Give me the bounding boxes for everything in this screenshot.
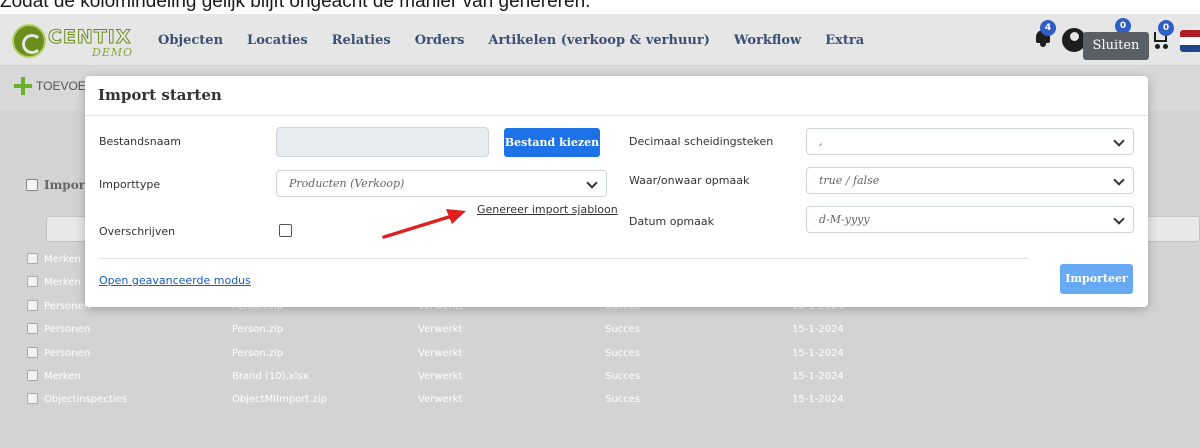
row-checkbox[interactable]	[27, 393, 38, 405]
plus-icon	[14, 77, 32, 95]
table-row[interactable]: Personen Person.zip Verwerkt Succes 15-1…	[0, 342, 1200, 365]
add-button[interactable]: TOEVOE	[14, 76, 86, 96]
select-all-checkbox[interactable]	[26, 179, 38, 191]
logo-mark-icon	[12, 24, 46, 58]
filename-label: Bestandsnaam	[99, 135, 181, 148]
boolean-value: true / false	[819, 174, 880, 187]
nav-item-objecten[interactable]: Objecten	[158, 33, 223, 48]
importtype-select[interactable]: Producten (Verkoop)	[276, 170, 607, 197]
notifications-badge: 4	[1040, 20, 1056, 36]
nav-item-extra[interactable]: Extra	[825, 33, 864, 48]
add-button-label: TOEVOE	[36, 79, 86, 93]
cell-result: Succes	[605, 370, 641, 382]
row-checkbox[interactable]	[27, 253, 38, 264]
cell-type: Merken	[44, 370, 81, 382]
cell-status: Verwerkt	[418, 347, 463, 359]
import-list-header: Import	[26, 176, 91, 194]
cell-type: Merken	[44, 277, 81, 289]
cell-result: Succes	[605, 324, 641, 336]
close-tooltip: Sluiten	[1083, 32, 1149, 60]
importtype-value: Producten (Verkoop)	[289, 177, 405, 190]
row-checkbox[interactable]	[27, 323, 38, 335]
date-label: Datum opmaak	[629, 215, 714, 228]
table-row[interactable]: Personen Person.zip Verwerkt Succes 15-1…	[0, 318, 1200, 341]
cell-file: Brand (10).xlsx	[232, 370, 309, 382]
language-flag-icon[interactable]	[1180, 30, 1200, 52]
row-checkbox[interactable]	[27, 299, 38, 311]
cell-result: Succes	[605, 394, 641, 406]
date-value: d-M-yyyy	[819, 213, 870, 226]
nav-item-workflow[interactable]: Workflow	[734, 33, 801, 48]
cell-file: ObjectMIImport.zip	[232, 394, 327, 406]
decimal-label: Decimaal scheidingsteken	[629, 135, 774, 148]
filter-input[interactable]	[46, 216, 86, 242]
cell-type: Personen	[44, 324, 91, 336]
cell-date: 15-1-2024	[792, 370, 844, 382]
brand-logo[interactable]: CENTIX DEMO	[12, 22, 142, 60]
row-checkbox[interactable]	[27, 276, 38, 288]
boolean-label: Waar/onwaar opmaak	[629, 174, 750, 187]
modal-title: Import starten	[98, 86, 222, 104]
nav-item-artikelen[interactable]: Artikelen (verkoop & verhuur)	[488, 33, 709, 48]
document-caption: Zodat de kolomindeling gelijk blijft ong…	[0, 0, 1200, 14]
table-row[interactable]: Merken Brand (10).xlsx Verwerkt Succes 1…	[0, 365, 1200, 388]
choose-file-button[interactable]: Bestand kiezen	[504, 128, 600, 157]
cell-status: Verwerkt	[418, 370, 463, 382]
import-button[interactable]: Importeer	[1060, 264, 1133, 294]
cell-result: Succes	[605, 347, 641, 359]
cell-status: Verwerkt	[418, 394, 463, 406]
top-navbar: CENTIX DEMO Objecten Locaties Relaties O…	[0, 14, 1200, 66]
cell-date: 15-1-2024	[792, 347, 844, 359]
import-list-title: Import	[44, 178, 91, 192]
nav-item-orders[interactable]: Orders	[415, 33, 465, 48]
cell-file: Person.zip	[232, 324, 284, 336]
importtype-label: Importtype	[99, 178, 161, 191]
cell-type: Merken	[44, 254, 81, 265]
filter-dropdown[interactable]	[1140, 216, 1200, 242]
cell-type: Objectinspecties	[44, 394, 127, 406]
boolean-select[interactable]: true / false	[806, 167, 1134, 194]
modal-divider	[98, 258, 1029, 259]
cell-date: 15-1-2024	[792, 324, 844, 336]
brand-name: CENTIX	[48, 26, 132, 49]
modal-header: Import starten	[85, 76, 1148, 116]
advanced-mode-link[interactable]: Open geavanceerde modus	[99, 274, 251, 287]
nav-item-locaties[interactable]: Locaties	[247, 33, 308, 48]
chevron-down-icon	[1113, 213, 1125, 225]
chevron-down-icon	[586, 177, 598, 189]
cell-type: Personen	[44, 300, 91, 312]
overwrite-checkbox[interactable]	[279, 224, 292, 237]
annotation-arrow-icon	[382, 209, 466, 239]
generate-template-link[interactable]: Genereer import sjabloon	[477, 203, 618, 216]
import-modal: Import starten Bestandsnaam Bestand kiez…	[85, 76, 1148, 307]
cell-status: Verwerkt	[418, 324, 463, 336]
nav-item-relaties[interactable]: Relaties	[332, 33, 391, 48]
row-checkbox[interactable]	[27, 346, 38, 358]
cell-date: 15-1-2024	[792, 394, 844, 406]
cell-type: Personen	[44, 347, 91, 359]
table-row[interactable]: Objectinspecties ObjectMIImport.zip Verw…	[0, 388, 1200, 411]
cell-file: Person.zip	[232, 347, 284, 359]
brand-sub: DEMO	[92, 46, 134, 59]
main-menu: Objecten Locaties Relaties Orders Artike…	[158, 14, 888, 66]
notifications-bell-icon[interactable]: 4	[1034, 20, 1056, 47]
decimal-value: ,	[819, 135, 823, 148]
date-select[interactable]: d-M-yyyy	[806, 206, 1134, 233]
row-checkbox[interactable]	[27, 369, 38, 381]
filename-field[interactable]	[276, 127, 489, 157]
document-caption-text: Zodat de kolomindeling gelijk blijft ong…	[0, 0, 591, 12]
decimal-select[interactable]: ,	[806, 128, 1134, 155]
cart-badge: 0	[1158, 20, 1174, 36]
cart-icon[interactable]: 0	[1152, 20, 1174, 49]
chevron-down-icon	[1113, 174, 1125, 186]
chevron-down-icon	[1113, 135, 1125, 147]
overwrite-label: Overschrijven	[99, 225, 176, 238]
